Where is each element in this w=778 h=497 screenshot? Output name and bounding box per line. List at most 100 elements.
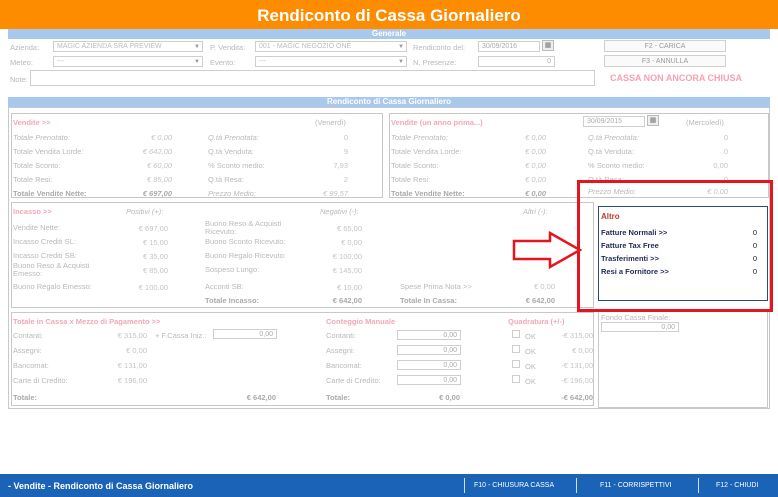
- incasso-row-label: Incasso Crediti SB:: [13, 251, 77, 260]
- totale-cassa-label: Totale:: [13, 393, 38, 402]
- vendite-row-label: Totale Vendite Nette:: [13, 189, 87, 198]
- f12-chiudi-button[interactable]: F12 - CHIUDI: [716, 482, 758, 489]
- vendite-day: (Venerdì): [315, 118, 346, 127]
- ok-checkbox[interactable]: [512, 360, 520, 368]
- rendiconto-header: Rendiconto di Cassa Giornaliero: [8, 97, 770, 107]
- conteggio-row-label: Contanti:: [326, 331, 357, 340]
- meteo-select[interactable]: --- ▼: [53, 56, 203, 67]
- calendar-icon[interactable]: ▦: [542, 40, 554, 51]
- vendite-anno-row-value: € 0,00: [525, 175, 546, 184]
- note-input[interactable]: [30, 70, 595, 86]
- chevron-down-icon: ▼: [398, 59, 404, 65]
- status-badge: CASSA NON ANCORA CHIUSA: [610, 73, 743, 83]
- cassa-row-value: € 196,00: [117, 376, 147, 385]
- vendite-anno-row-label2: % Sconto medio:: [588, 161, 645, 170]
- rendiconto-date-input[interactable]: 30/09/2016: [478, 41, 540, 52]
- vendite-row-label: Totale Vendita Lorde:: [13, 147, 84, 156]
- totale-in-cassa-label: Totale In Cassa:: [400, 296, 457, 305]
- vendite-anno-row-value: € 0,00: [525, 147, 546, 156]
- incasso-row-label: Buono Regalo Emesso:: [13, 282, 92, 291]
- evento-select[interactable]: --- ▼: [255, 56, 407, 67]
- incasso-row-label: Incasso Crediti SL:: [13, 237, 76, 246]
- vendite-row-value2: 2: [343, 175, 348, 184]
- incasso-row-label2: Acconti SB:: [205, 282, 244, 291]
- conteggio-row-input[interactable]: 0,00: [397, 330, 461, 340]
- vendite-row-value: € 697,00: [142, 189, 172, 198]
- fcassa-input[interactable]: 0,00: [213, 329, 277, 339]
- cassa-row-label: Assegni:: [13, 346, 42, 355]
- incasso-altri: Altri (-):: [523, 207, 548, 216]
- f3-annulla-button[interactable]: F3 - ANNULLA: [604, 55, 726, 67]
- incasso-row-label2: Buono Reso & Acquisti Ricevuto:: [205, 219, 282, 236]
- page-title: Rendiconto di Cassa Giornaliero: [0, 0, 778, 29]
- incasso-row-value: € 15,00: [142, 238, 168, 247]
- arrow-right-icon: [512, 231, 582, 269]
- incasso-row-value2: € 10,00: [336, 283, 362, 292]
- vendite-anno-row-value: € 0,00: [525, 133, 546, 142]
- conteggio-row-label: Carte di Credito:: [326, 376, 381, 385]
- f2-carica-button[interactable]: F2 - CARICA: [604, 40, 726, 52]
- vendite-row-value: € 85,00: [146, 175, 172, 184]
- vendite-row-value2: 7,93: [333, 161, 348, 170]
- vendite-row-label: Totale Sconto:: [13, 161, 61, 170]
- vendite-anno-row-label: Totale Vendita Lorde:: [391, 147, 462, 156]
- totale-incasso-value: € 642,00: [332, 296, 362, 305]
- npresenze-input[interactable]: 0: [478, 56, 555, 67]
- conteggio-row-label: Bancomat:: [326, 361, 362, 370]
- ok-checkbox[interactable]: [512, 330, 520, 338]
- vendite-anno-title: Vendite (un anno prima...): [391, 118, 483, 127]
- vendite-anno-row-label2: Q.tà Prenotata:: [588, 133, 639, 142]
- f10-chiusura-cassa-button[interactable]: F10 - CHIUSURA CASSA: [474, 482, 554, 489]
- vendite-anno-row-value2: 0: [723, 133, 728, 142]
- vendite-row-value2: 9: [343, 147, 348, 156]
- conteggio-row-input[interactable]: 0,00: [397, 360, 461, 370]
- vendite-row-value: € 0,00: [151, 133, 172, 142]
- vendite-anno-row-label: Totale Resi:: [391, 175, 431, 184]
- conteggio-title: Conteggio Manuale: [326, 317, 396, 326]
- conteggio-row-input[interactable]: 0,00: [397, 375, 461, 385]
- note-label: Note:: [10, 75, 28, 84]
- vendite-anno-row-label: Totale Vendite Nette:: [391, 189, 465, 198]
- meteo-label: Meteo:: [10, 58, 33, 67]
- pvendita-select[interactable]: 001 - MAGIC NEGOZIO ONE ▼: [255, 41, 407, 52]
- cassa-row-label: Carte di Credito:: [13, 376, 68, 385]
- incasso-row-label: Vendite Nette:: [13, 223, 61, 232]
- totale-cassa-box: [11, 312, 594, 406]
- footer-title: - Vendite - Rendiconto di Cassa Giornali…: [8, 481, 194, 491]
- spese-value: € 0,00: [534, 282, 555, 291]
- highlight-rectangle: [577, 180, 773, 312]
- quadratura-row-value: -€ 315,00: [561, 331, 593, 340]
- fondo-input[interactable]: 0,00: [601, 322, 679, 332]
- f11-corrispettivi-button[interactable]: F11 - CORRISPETTIVI: [600, 482, 671, 489]
- conteggio-row-input[interactable]: 0,00: [397, 345, 461, 355]
- incasso-row-value: € 85,00: [142, 266, 168, 275]
- incasso-row-value: € 35,00: [142, 252, 168, 261]
- quadratura-row-value: -€ 131,00: [561, 361, 593, 370]
- evento-label: Evento:: [210, 58, 236, 67]
- cassa-row-label: Contanti:: [13, 331, 44, 340]
- calendar-icon[interactable]: ▦: [647, 115, 659, 126]
- ok-checkbox[interactable]: [512, 345, 520, 353]
- quadratura-row-value: € 0,00: [572, 346, 593, 355]
- status-bar: - Vendite - Rendiconto di Cassa Giornali…: [0, 474, 778, 497]
- totale-incasso-label: Totale Incasso:: [205, 296, 260, 305]
- cassa-row-value: € 315,00: [117, 331, 147, 340]
- conteggio-totale-value: € 0,00: [439, 393, 460, 402]
- vendite-row-label: Totale Prenotato:: [13, 133, 70, 142]
- vendite-row-value2: 0: [343, 133, 348, 142]
- vendite-link[interactable]: Vendite >>: [13, 118, 51, 127]
- npresenze-label: N. Presenze:: [413, 58, 457, 67]
- cassa-row-value: € 131,00: [117, 361, 147, 370]
- divider: [576, 478, 577, 493]
- spese-link[interactable]: Spese Prima Nota >>: [400, 282, 472, 291]
- vendite-row-label2: Q.tà Prenotata:: [208, 133, 259, 142]
- azienda-select[interactable]: MAGIC AZIENDA SRA PREVIEW ▼: [53, 41, 203, 52]
- vendite-anno-date-input[interactable]: 30/09/2015: [583, 116, 645, 127]
- azienda-label: Azienda:: [10, 43, 40, 52]
- cassa-row-value: € 0,00: [126, 346, 147, 355]
- ok-checkbox[interactable]: [512, 375, 520, 383]
- incasso-row-value2: € 65,00: [336, 224, 362, 233]
- generale-header: Generale: [8, 29, 770, 39]
- vendite-row-label2: Prezzo Medio:: [208, 189, 256, 198]
- totale-cassa-link[interactable]: Totale in Cassa x Mezzo di Pagamento >>: [13, 317, 160, 326]
